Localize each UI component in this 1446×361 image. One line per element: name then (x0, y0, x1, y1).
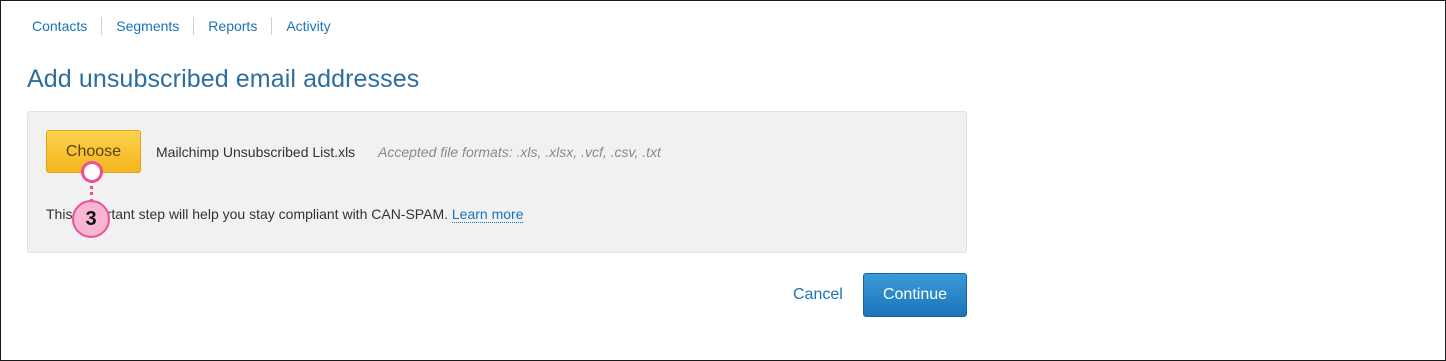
upload-panel: Choose Mailchimp Unsubscribed List.xls A… (27, 111, 967, 253)
nav-reports-link[interactable]: Reports (193, 17, 271, 35)
learn-more-link[interactable]: Learn more (451, 206, 524, 223)
nav-contacts-link[interactable]: Contacts (18, 17, 101, 35)
nav-activity-link[interactable]: Activity (271, 17, 344, 35)
step-callout-badge: 3 (72, 200, 110, 238)
top-nav: Contacts Segments Reports Activity (18, 16, 345, 36)
window-frame: Contacts Segments Reports Activity Add u… (0, 0, 1446, 361)
page-title: Add unsubscribed email addresses (27, 65, 420, 93)
accepted-formats-hint: Accepted file formats: .xls, .xlsx, .vcf… (378, 144, 661, 160)
selected-file-name: Mailchimp Unsubscribed List.xls (156, 144, 356, 160)
cancel-link[interactable]: Cancel (793, 286, 843, 304)
continue-button[interactable]: Continue (863, 273, 967, 317)
callout-pointer-dot (81, 161, 103, 183)
nav-segments-link[interactable]: Segments (101, 17, 193, 35)
compliance-notice: This important step will help you stay c… (46, 206, 524, 223)
